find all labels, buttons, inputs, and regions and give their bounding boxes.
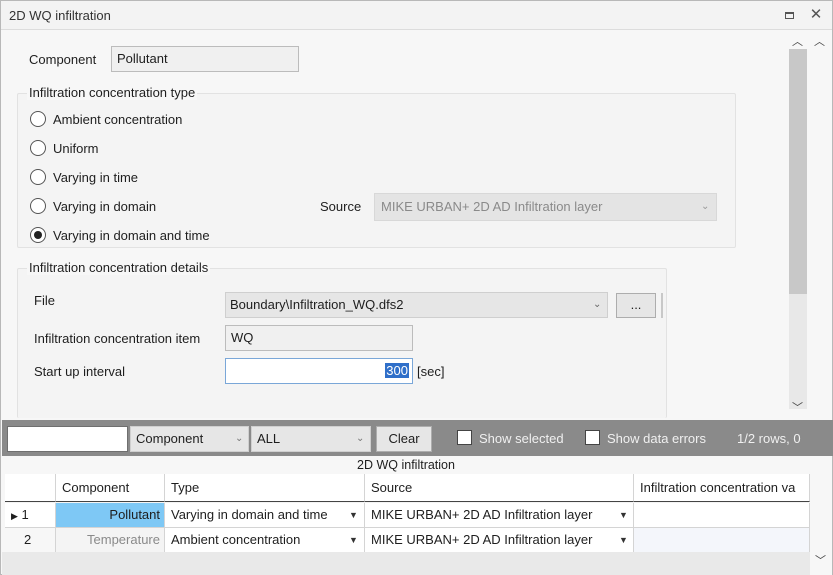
startup-input[interactable]: 300	[225, 358, 413, 384]
grid-caption: 2D WQ infiltration	[2, 456, 810, 474]
collapse-up-icon[interactable]: ︿	[814, 33, 825, 49]
source-label: Source	[320, 199, 362, 214]
horizontal-scrollbar[interactable]	[2, 552, 810, 575]
table-cell-type[interactable]: Ambient concentration ▼	[165, 528, 365, 552]
filter-combo-value: ALL	[257, 431, 281, 446]
table-cell-value[interactable]	[634, 528, 810, 552]
radio-ambient[interactable]	[30, 111, 46, 127]
source-cell-value: MIKE URBAN+ 2D AD Infiltration layer	[371, 532, 593, 547]
table-cell-component[interactable]: Pollutant	[56, 503, 165, 528]
radio-varying-domain-time[interactable]	[30, 227, 46, 243]
show-selected-checkbox[interactable]	[457, 430, 472, 445]
close-icon[interactable]: ✕	[807, 6, 825, 24]
table-cell-source[interactable]: MIKE URBAN+ 2D AD Infiltration layer ▼	[365, 528, 634, 552]
filter-combo[interactable]: ALL ⌄	[251, 426, 371, 452]
item-field: WQ	[225, 325, 413, 351]
dialog-window: 2D WQ infiltration ✕ Component Pollutant…	[0, 0, 833, 575]
dropdown-arrow-icon[interactable]: ▼	[619, 528, 628, 552]
table-cell-component[interactable]: Temperature	[56, 528, 165, 552]
row-index: 2	[24, 532, 32, 547]
dropdown-arrow-icon[interactable]: ▼	[349, 503, 358, 527]
dropdown-arrow-icon[interactable]: ▼	[349, 528, 358, 552]
source-cell-value: MIKE URBAN+ 2D AD Infiltration layer	[371, 507, 593, 522]
chevron-down-icon[interactable]: ⌄	[235, 427, 243, 451]
file-label: File	[34, 293, 55, 308]
component-label: Component	[29, 52, 97, 67]
dropdown-arrow-icon[interactable]: ▼	[619, 503, 628, 527]
file-combo[interactable]: Boundary\Infiltration_WQ.dfs2 ⌄	[225, 292, 608, 318]
field-combo[interactable]: Component ⌄	[130, 426, 249, 452]
type-group-title: Infiltration concentration type	[27, 85, 198, 100]
radio-varying-time-label[interactable]: Varying in time	[53, 170, 138, 185]
table-cell-type[interactable]: Varying in domain and time ▼	[165, 503, 365, 528]
window-title: 2D WQ infiltration	[9, 8, 111, 23]
column-header[interactable]: Component	[56, 474, 165, 502]
restore-icon[interactable]	[780, 6, 798, 24]
type-value: Varying in domain and time	[171, 507, 328, 522]
show-errors-label[interactable]: Show data errors	[607, 431, 706, 446]
row-header[interactable]: ▶ 1	[5, 503, 56, 528]
chevron-down-icon[interactable]: ⌄	[356, 427, 364, 451]
clear-button[interactable]: Clear	[376, 426, 432, 452]
grid-corner	[5, 474, 56, 502]
column-header[interactable]: Infiltration concentration va	[634, 474, 810, 502]
radio-varying-time[interactable]	[30, 169, 46, 185]
rows-info: 1/2 rows, 0	[737, 431, 801, 446]
scroll-down-icon[interactable]: ﹀	[815, 552, 826, 568]
type-value: Ambient concentration	[171, 532, 301, 547]
title-bar: 2D WQ infiltration ✕	[1, 1, 832, 30]
source-select: MIKE URBAN+ 2D AD Infiltration layer ⌄	[374, 193, 717, 221]
data-grid: Component Type Source Infiltration conce…	[5, 474, 810, 552]
row-header[interactable]: 2	[5, 528, 56, 552]
startup-unit: [sec]	[417, 364, 445, 379]
radio-varying-domain[interactable]	[30, 198, 46, 214]
field-combo-value: Component	[136, 431, 204, 446]
source-value: MIKE URBAN+ 2D AD Infiltration layer	[381, 199, 603, 214]
file-value: Boundary\Infiltration_WQ.dfs2	[230, 297, 404, 312]
column-header[interactable]: Type	[165, 474, 365, 502]
form-panel: Component Pollutant Infiltration concent…	[2, 31, 789, 418]
radio-ambient-label[interactable]: Ambient concentration	[53, 112, 182, 127]
show-errors-checkbox[interactable]	[585, 430, 600, 445]
grid-scrollbar[interactable]: ﹀	[810, 456, 832, 575]
separator	[661, 293, 663, 318]
scroll-down-icon[interactable]: ﹀	[792, 399, 803, 415]
filter-toolbar: Component ⌄ ALL ⌄ Clear Show selected Sh…	[2, 420, 833, 456]
search-input[interactable]	[7, 426, 128, 452]
item-label: Infiltration concentration item	[34, 331, 201, 346]
chevron-down-icon[interactable]: ⌄	[593, 293, 601, 317]
show-selected-label[interactable]: Show selected	[479, 431, 564, 446]
radio-varying-domain-time-label[interactable]: Varying in domain and time	[53, 228, 210, 243]
current-row-icon: ▶	[11, 511, 18, 521]
table-cell-source[interactable]: MIKE URBAN+ 2D AD Infiltration layer ▼	[365, 503, 634, 528]
details-group-title: Infiltration concentration details	[27, 260, 211, 275]
radio-uniform-label[interactable]: Uniform	[53, 141, 99, 156]
radio-varying-domain-label[interactable]: Varying in domain	[53, 199, 156, 214]
component-field: Pollutant	[111, 46, 299, 72]
scroll-up-icon[interactable]: ︿	[792, 33, 803, 49]
form-scrollbar[interactable]: ︿ ︿ ﹀	[788, 31, 832, 418]
chevron-down-icon: ⌄	[701, 201, 710, 212]
table-cell-value[interactable]	[634, 503, 810, 528]
column-header[interactable]: Source	[365, 474, 634, 502]
browse-button[interactable]: ...	[616, 293, 656, 318]
row-index: 1	[21, 507, 29, 522]
startup-value[interactable]: 300	[385, 363, 409, 378]
startup-label: Start up interval	[34, 364, 126, 379]
scroll-thumb[interactable]	[789, 49, 807, 294]
radio-uniform[interactable]	[30, 140, 46, 156]
